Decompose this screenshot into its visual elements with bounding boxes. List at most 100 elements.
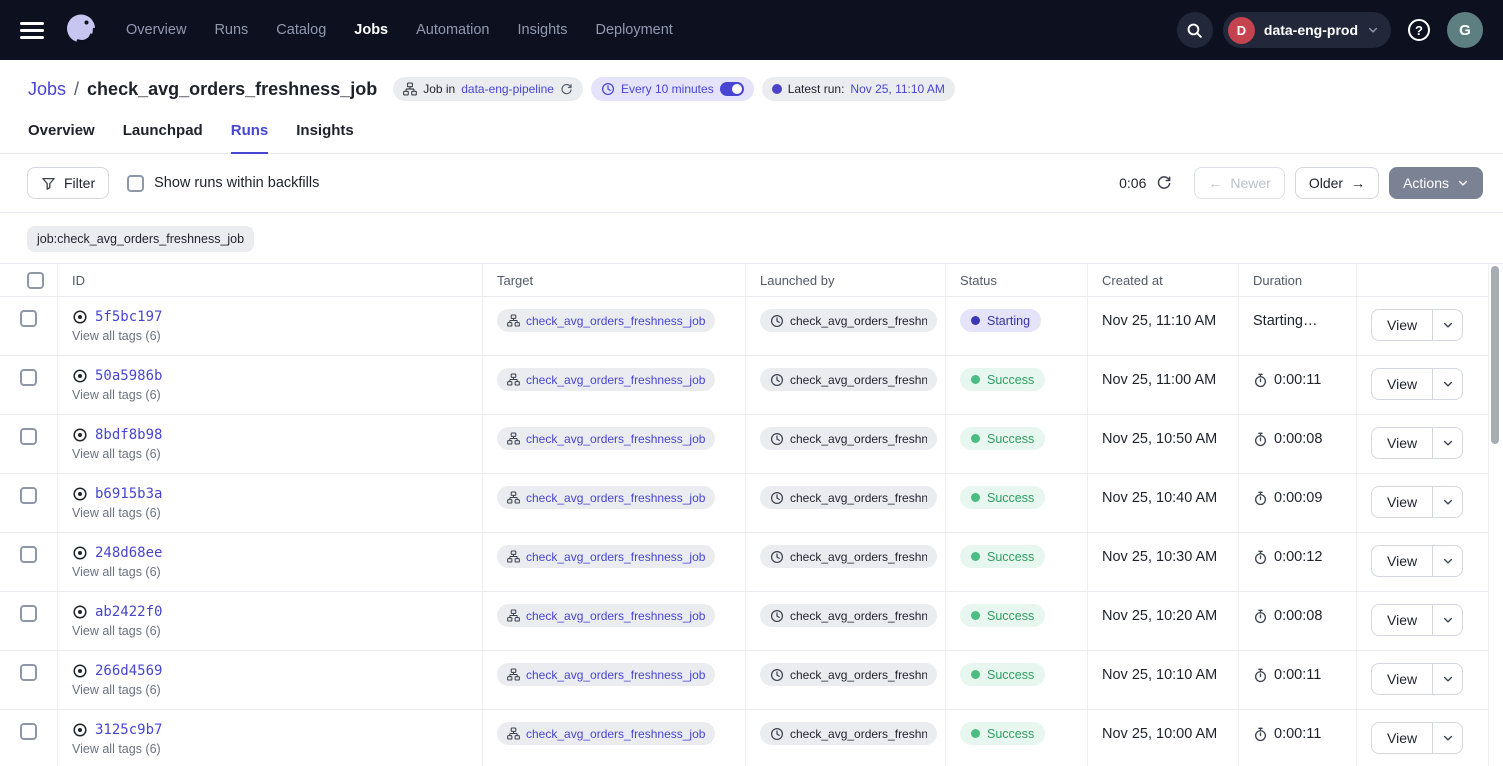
view-all-tags-link[interactable]: View all tags (6) [72,447,474,461]
view-dropdown-button[interactable] [1432,546,1462,576]
nav-item-automation[interactable]: Automation [416,22,489,38]
pipeline-link[interactable]: data-eng-pipeline [461,82,554,96]
created-at-cell: Nov 25, 11:10 AM [1087,297,1238,355]
view-split-button: View [1371,663,1463,695]
nav-item-insights[interactable]: Insights [517,22,567,38]
sync-icon[interactable] [560,83,573,96]
target-pill[interactable]: check_avg_orders_freshness_job [497,604,715,627]
view-all-tags-link[interactable]: View all tags (6) [72,388,474,402]
tab-insights[interactable]: Insights [296,122,354,154]
row-checkbox[interactable] [20,428,37,445]
row-checkbox[interactable] [20,487,37,504]
run-id-link[interactable]: b6915b3a [95,486,162,502]
target-pill[interactable]: check_avg_orders_freshness_job [497,368,715,391]
row-checkbox-cell [0,297,57,355]
nav-item-catalog[interactable]: Catalog [276,22,326,38]
filter-funnel-icon [41,176,56,191]
arrow-right-icon: → [1351,175,1365,191]
view-button[interactable]: View [1372,664,1432,694]
view-all-tags-link[interactable]: View all tags (6) [72,624,474,638]
target-pill[interactable]: check_avg_orders_freshness_job [497,427,715,450]
view-all-tags-link[interactable]: View all tags (6) [72,683,474,697]
run-id-link[interactable]: 266d4569 [95,663,162,679]
arrow-left-icon: ← [1208,175,1222,191]
refresh-button[interactable] [1156,175,1172,191]
run-id-link[interactable]: 248d68ee [95,545,162,561]
target-pill[interactable]: check_avg_orders_freshness_job [497,486,715,509]
launched-by-pill[interactable]: check_avg_orders_freshn… [760,309,937,332]
table-row: 3125c9b7 View all tags (6) check_avg_ord… [0,710,1489,766]
row-checkbox[interactable] [20,546,37,563]
launched-by-pill[interactable]: check_avg_orders_freshn… [760,545,937,568]
view-dropdown-button[interactable] [1432,428,1462,458]
schedule-toggle[interactable] [720,82,744,96]
latest-run-link[interactable]: Nov 25, 11:10 AM [850,82,945,96]
launched-by-pill[interactable]: check_avg_orders_freshn… [760,604,937,627]
row-checkbox[interactable] [20,310,37,327]
org-switcher[interactable]: D data-eng-prod [1223,12,1391,48]
row-checkbox[interactable] [20,605,37,622]
filter-button[interactable]: Filter [27,167,109,199]
launched-by-pill[interactable]: check_avg_orders_freshn… [760,427,937,450]
launched-by-pill[interactable]: check_avg_orders_freshn… [760,368,937,391]
row-checkbox[interactable] [20,723,37,740]
view-button[interactable]: View [1372,723,1432,753]
chevron-down-icon [1442,673,1454,685]
view-dropdown-button[interactable] [1432,487,1462,517]
backfills-checkbox-wrap: Show runs within backfills [127,175,319,192]
row-checkbox[interactable] [20,664,37,681]
launched-by-pill[interactable]: check_avg_orders_freshn… [760,663,937,686]
tab-runs[interactable]: Runs [231,122,269,154]
select-all-checkbox[interactable] [27,272,44,289]
hamburger-menu-icon[interactable] [20,22,44,39]
run-id-link[interactable]: 50a5986b [95,368,162,384]
nav-item-deployment[interactable]: Deployment [595,22,672,38]
view-dropdown-button[interactable] [1432,664,1462,694]
launched-by-pill[interactable]: check_avg_orders_freshn… [760,486,937,509]
newer-button[interactable]: ← Newer [1194,167,1284,199]
user-avatar[interactable]: G [1447,12,1483,48]
target-cell: check_avg_orders_freshness_job [482,356,745,414]
run-id-link[interactable]: ab2422f0 [95,604,162,620]
status-dot-icon [971,316,980,325]
view-button[interactable]: View [1372,369,1432,399]
search-button[interactable] [1177,12,1213,48]
row-checkbox[interactable] [20,369,37,386]
target-pill[interactable]: check_avg_orders_freshness_job [497,309,715,332]
tab-launchpad[interactable]: Launchpad [123,122,203,154]
tab-overview[interactable]: Overview [28,122,95,154]
run-id-link[interactable]: 5f5bc197 [95,309,162,325]
target-pill[interactable]: check_avg_orders_freshness_job [497,722,715,745]
view-button[interactable]: View [1372,487,1432,517]
target-pill[interactable]: check_avg_orders_freshness_job [497,545,715,568]
view-dropdown-button[interactable] [1432,369,1462,399]
status-cell: Success [945,710,1087,766]
view-button[interactable]: View [1372,428,1432,458]
view-button[interactable]: View [1372,605,1432,635]
view-button[interactable]: View [1372,310,1432,340]
nav-item-jobs[interactable]: Jobs [354,22,388,38]
run-id-link[interactable]: 3125c9b7 [95,722,162,738]
view-button[interactable]: View [1372,546,1432,576]
older-button[interactable]: Older → [1295,167,1379,199]
run-id-link[interactable]: 8bdf8b98 [95,427,162,443]
stopwatch-icon [1253,609,1268,624]
dagster-logo [60,9,102,51]
target-pill[interactable]: check_avg_orders_freshness_job [497,663,715,686]
view-all-tags-link[interactable]: View all tags (6) [72,565,474,579]
job-filter-chip[interactable]: job:check_avg_orders_freshness_job [27,226,254,252]
actions-button[interactable]: Actions [1389,167,1483,199]
nav-item-runs[interactable]: Runs [214,22,248,38]
view-dropdown-button[interactable] [1432,310,1462,340]
show-backfills-checkbox[interactable] [127,175,144,192]
view-all-tags-link[interactable]: View all tags (6) [72,329,474,343]
breadcrumb-jobs-link[interactable]: Jobs [28,79,66,100]
view-all-tags-link[interactable]: View all tags (6) [72,742,474,756]
help-button[interactable]: ? [1401,12,1437,48]
launched-by-pill[interactable]: check_avg_orders_freshn… [760,722,937,745]
view-dropdown-button[interactable] [1432,605,1462,635]
nav-item-overview[interactable]: Overview [126,22,186,38]
view-dropdown-button[interactable] [1432,723,1462,753]
view-all-tags-link[interactable]: View all tags (6) [72,506,474,520]
vertical-scrollbar-thumb[interactable] [1491,266,1499,444]
